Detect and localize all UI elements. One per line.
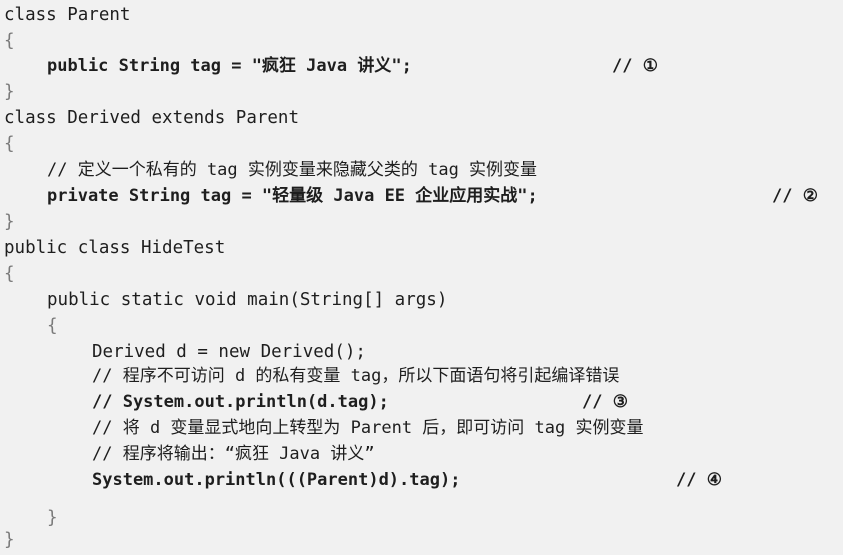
code-line-brace-open: {	[47, 316, 58, 336]
code-line-comment: // 程序不可访问 d 的私有变量 tag，所以下面语句将引起编译错误	[92, 366, 620, 386]
code-line-parent-tag: public String tag = "疯狂 Java 讲义";	[47, 56, 412, 76]
code-line-class-hidetest: public class HideTest	[4, 238, 226, 258]
code-line-brace-close: }	[47, 508, 58, 528]
marker-1: // ①	[612, 56, 658, 76]
code-line-brace-open: {	[4, 264, 15, 284]
marker-3: // ③	[582, 392, 628, 412]
code-line-brace-open: {	[4, 134, 15, 154]
code-line-derived-tag: private String tag = "轻量级 Java EE 企业应用实战…	[47, 186, 538, 206]
code-line-comment: // 将 d 变量显式地向上转型为 Parent 后，即可访问 tag 实例变量	[92, 418, 644, 438]
code-line-class-parent: class Parent	[4, 5, 131, 25]
code-line-brace-close: }	[4, 530, 15, 550]
code-line-class-derived: class Derived extends Parent	[4, 108, 300, 128]
marker-4: // ④	[676, 470, 722, 490]
marker-2: // ②	[772, 186, 818, 206]
code-line-comment: // 定义一个私有的 tag 实例变量来隐藏父类的 tag 实例变量	[47, 160, 538, 180]
code-line-comment: // 程序将输出：“疯狂 Java 讲义”	[92, 444, 375, 464]
code-line-brace-close: }	[4, 82, 15, 102]
code-line-println-d-tag: // System.out.println(d.tag);	[92, 392, 389, 412]
code-line-println-cast: System.out.println(((Parent)d).tag);	[92, 470, 461, 490]
code-line-brace-close: }	[4, 212, 15, 232]
code-listing: class Parent { public String tag = "疯狂 J…	[0, 0, 843, 555]
code-line-main-method: public static void main(String[] args)	[47, 290, 448, 310]
code-line-brace-open: {	[4, 31, 15, 51]
code-line-new-derived: Derived d = new Derived();	[92, 342, 366, 362]
